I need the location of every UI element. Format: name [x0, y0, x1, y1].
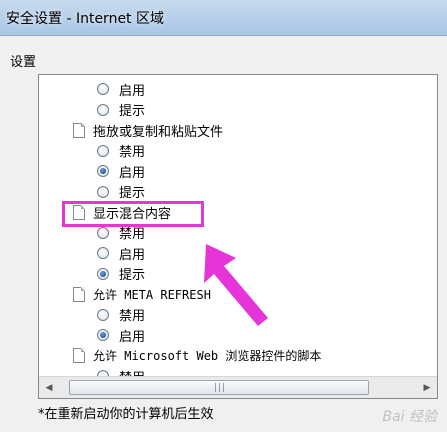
settings-group-label: 设置 [10, 55, 37, 70]
setting-heading-label: 允许 Microsoft Web 浏览器控件的脚本 [93, 349, 322, 363]
setting-heading: 显示混合内容 [39, 202, 437, 222]
setting-option[interactable]: 禁用 [39, 366, 437, 376]
setting-option-label: 启用 [119, 83, 146, 99]
setting-option-label: 启用 [119, 247, 146, 263]
document-icon [73, 204, 85, 220]
window-title: 安全设置 - Internet 区域 [6, 11, 164, 27]
radio-unchecked-icon[interactable] [97, 144, 109, 157]
setting-option[interactable]: 提示 [39, 100, 437, 120]
radio-unchecked-icon[interactable] [97, 247, 109, 259]
setting-option-label: 禁用 [119, 227, 146, 242]
setting-heading: 拖放或复制和粘贴文件 [39, 120, 437, 140]
setting-option[interactable]: 提示 [39, 264, 437, 284]
scroll-right-arrow-icon[interactable]: ▶ [419, 380, 435, 396]
setting-option-label: 提示 [119, 268, 146, 283]
radio-unchecked-icon[interactable] [97, 308, 109, 321]
radio-checked-icon[interactable] [97, 329, 109, 341]
setting-option[interactable]: 禁用 [39, 223, 437, 243]
setting-option-label: 启用 [119, 165, 146, 181]
settings-listbox[interactable]: 启用 提示 拖放或复制和粘贴文件 禁用 启用 提示 显示混合内容 禁用 启用 提示 允许 META … [38, 74, 438, 399]
setting-option[interactable]: 提示 [39, 182, 437, 202]
setting-option-label: 启用 [119, 329, 146, 345]
setting-option-label: 禁用 [119, 309, 146, 324]
scrollbar-thumb[interactable]: ||| [69, 380, 369, 395]
horizontal-scrollbar[interactable]: ◀ ||| ▶ [39, 376, 437, 398]
title-bar: 安全设置 - Internet 区域 [0, 0, 447, 36]
radio-checked-icon[interactable] [97, 267, 109, 280]
setting-option[interactable]: 启用 [39, 325, 437, 345]
setting-heading: 允许 META REFRESH [39, 284, 437, 304]
setting-heading: 允许 Microsoft Web 浏览器控件的脚本 [39, 346, 437, 366]
setting-option-label: 提示 [119, 104, 146, 119]
setting-option-label: 禁用 [119, 145, 146, 160]
document-icon [73, 122, 85, 138]
radio-unchecked-icon[interactable] [97, 103, 109, 116]
scroll-left-arrow-icon[interactable]: ◀ [41, 380, 57, 396]
settings-list: 启用 提示 拖放或复制和粘贴文件 禁用 启用 提示 显示混合内容 禁用 启用 提示 允许 META … [39, 75, 437, 376]
setting-option-label: 提示 [119, 186, 146, 201]
setting-option[interactable]: 禁用 [39, 141, 437, 161]
watermark-logo: Bai 经验 [382, 409, 437, 425]
document-icon [73, 348, 85, 363]
setting-heading-label: 拖放或复制和粘贴文件 [93, 124, 224, 140]
setting-option[interactable]: 启用 [39, 243, 437, 263]
scrollbar-grip-icon: ||| [214, 383, 227, 393]
radio-unchecked-icon[interactable] [97, 83, 109, 95]
setting-option[interactable]: 禁用 [39, 305, 437, 325]
setting-option[interactable]: 启用 [39, 79, 437, 99]
radio-checked-icon[interactable] [97, 165, 109, 177]
setting-heading-label: 显示混合内容 [93, 206, 172, 222]
document-icon [73, 286, 85, 302]
restart-footnote: *在重新启动你的计算机后生效 [38, 407, 214, 422]
setting-option[interactable]: 启用 [39, 161, 437, 181]
setting-option-label: 禁用 [119, 367, 145, 377]
radio-unchecked-icon[interactable] [97, 185, 109, 198]
setting-heading-label: 允许 META REFRESH [93, 287, 211, 302]
radio-unchecked-icon[interactable] [97, 226, 109, 239]
